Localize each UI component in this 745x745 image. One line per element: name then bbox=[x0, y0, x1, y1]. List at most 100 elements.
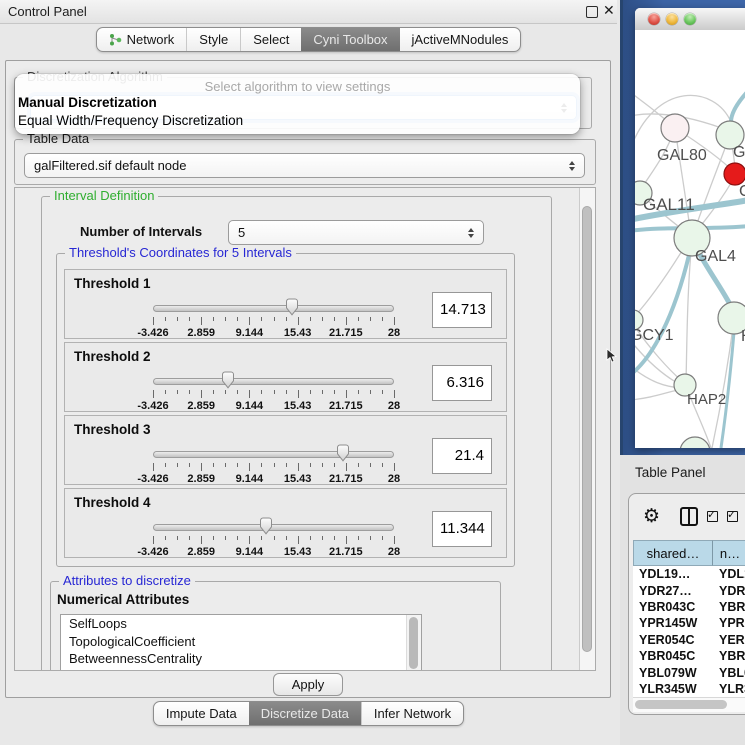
threshold-row: Threshold 3-3.4262.8599.14415.4321.71528… bbox=[64, 415, 507, 485]
threshold-value-input[interactable]: 14.713 bbox=[432, 292, 492, 328]
table-row[interactable]: YLR345WYLR3 bbox=[633, 681, 745, 697]
close-traffic-light-icon[interactable] bbox=[648, 13, 660, 25]
table-panel-title: Table Panel bbox=[620, 455, 745, 480]
attribute-list-item[interactable]: SelfLoops bbox=[61, 615, 421, 633]
cell-name[interactable]: YLR3 bbox=[715, 682, 745, 696]
algorithm-dropdown-popup: Select algorithm to view settings Manual… bbox=[15, 74, 580, 134]
settings-scroll-inner: Interval Definition Number of Intervals … bbox=[15, 188, 580, 670]
network-window-titlebar[interactable] bbox=[635, 8, 745, 31]
table-toolbar: ⚙ bbox=[637, 502, 745, 530]
attribute-list-item[interactable]: BetweennessCentrality bbox=[61, 650, 421, 668]
slider: -3.4262.8599.14415.4321.71528 bbox=[153, 448, 394, 484]
table-row[interactable]: YDL19…YDL1 bbox=[633, 566, 745, 582]
node-label-gal4: GAL4 bbox=[695, 248, 736, 265]
node-red-selected[interactable] bbox=[724, 163, 745, 185]
tab-label: Discretize Data bbox=[261, 706, 349, 721]
settings-scrollbar[interactable] bbox=[579, 188, 595, 670]
gear-icon[interactable]: ⚙ bbox=[643, 507, 660, 526]
tab-discretize-data[interactable]: Discretize Data bbox=[249, 702, 361, 725]
slider-track[interactable] bbox=[153, 378, 394, 385]
table-row[interactable]: YBL079WYBL0 bbox=[633, 664, 745, 680]
dropdown-option-equal-width[interactable]: Equal Width/Frequency Discretization bbox=[15, 112, 580, 130]
tab-label: Network bbox=[127, 32, 175, 47]
horizontal-scrollbar[interactable] bbox=[633, 697, 745, 712]
dropdown-option-manual[interactable]: Manual Discretization bbox=[15, 94, 580, 112]
threshold-value-input[interactable]: 21.4 bbox=[432, 438, 492, 474]
slider: -3.4262.8599.14415.4321.71528 bbox=[153, 521, 394, 557]
attribute-list-item[interactable]: TopologicalCoefficient bbox=[61, 633, 421, 651]
slider-tick bbox=[237, 536, 238, 540]
checkbox-checked-icon[interactable] bbox=[727, 511, 738, 522]
apply-button[interactable]: Apply bbox=[273, 673, 344, 696]
split-column-icon[interactable] bbox=[680, 507, 698, 526]
zoom-traffic-light-icon[interactable] bbox=[684, 13, 696, 25]
cell-name[interactable]: YDL1 bbox=[715, 567, 745, 581]
table-row[interactable]: YPR145WYPR1 bbox=[633, 615, 745, 631]
slider-tick bbox=[334, 317, 335, 321]
network-canvas[interactable]: GAL80 GA C GAL11 GAL4 GCY1 H HAP2 bbox=[635, 30, 745, 448]
num-intervals-combo[interactable]: 5 bbox=[228, 220, 484, 245]
cell-shared-name[interactable]: YBL079W bbox=[633, 666, 715, 680]
slider-scale-label: 15.43 bbox=[284, 400, 312, 412]
close-icon[interactable]: ✕ bbox=[603, 2, 615, 19]
settings-scrollbar-thumb[interactable] bbox=[582, 206, 592, 652]
attribute-items: SelfLoopsTopologicalCoefficientBetweenne… bbox=[61, 615, 421, 668]
cell-name[interactable]: YDR2 bbox=[715, 584, 745, 598]
threshold-value-input[interactable]: 11.344 bbox=[432, 511, 492, 547]
slider-track[interactable] bbox=[153, 451, 394, 458]
checkbox-checked-icon[interactable] bbox=[707, 511, 718, 522]
node-bottom[interactable] bbox=[680, 437, 710, 448]
table-row[interactable]: YDR27…YDR2 bbox=[633, 582, 745, 598]
slider-thumb[interactable] bbox=[335, 444, 352, 467]
tab-cyni-toolbox[interactable]: Cyni Toolbox bbox=[301, 28, 399, 51]
tab-infer-network[interactable]: Infer Network bbox=[361, 702, 463, 725]
column-header-shared-name[interactable]: shared… bbox=[633, 540, 713, 566]
slider-thumb[interactable] bbox=[284, 298, 301, 321]
node-label-gal80: GAL80 bbox=[657, 147, 707, 164]
slider-track[interactable] bbox=[153, 305, 394, 312]
tab-style[interactable]: Style bbox=[186, 28, 240, 51]
cell-name[interactable]: YBL0 bbox=[715, 666, 745, 680]
list-scrollbar[interactable] bbox=[406, 615, 421, 670]
slider-scale-label: -3.426 bbox=[137, 546, 168, 558]
table-data-combo[interactable]: galFiltered.sif default node bbox=[24, 153, 585, 178]
list-scrollbar-thumb[interactable] bbox=[409, 617, 418, 669]
table-row[interactable]: YER054CYER0 bbox=[633, 632, 745, 648]
slider-tick bbox=[382, 317, 383, 321]
tab-label: jActiveMNodules bbox=[412, 32, 509, 47]
cell-name[interactable]: YBR0 bbox=[715, 600, 745, 614]
number-of-intervals-row: Number of Intervals 5 bbox=[42, 220, 551, 246]
tab-network[interactable]: Network bbox=[97, 28, 187, 51]
minimize-traffic-light-icon[interactable] bbox=[666, 13, 678, 25]
cell-shared-name[interactable]: YDR27… bbox=[633, 584, 715, 598]
tab-select[interactable]: Select bbox=[240, 28, 301, 51]
table-data-value: galFiltered.sif default node bbox=[34, 158, 186, 173]
numerical-attributes-list[interactable]: SelfLoopsTopologicalCoefficientBetweenne… bbox=[60, 614, 422, 670]
tab-impute-data[interactable]: Impute Data bbox=[154, 702, 249, 725]
slider-thumb[interactable] bbox=[258, 517, 275, 540]
cell-shared-name[interactable]: YLR345W bbox=[633, 682, 715, 696]
cell-shared-name[interactable]: YDL19… bbox=[633, 567, 715, 581]
cell-shared-name[interactable]: YBR043C bbox=[633, 600, 715, 614]
network-graph: GAL80 GA C GAL11 GAL4 GCY1 H HAP2 bbox=[635, 30, 745, 448]
slider-tick bbox=[346, 390, 347, 398]
cell-name[interactable]: YPR1 bbox=[715, 616, 745, 630]
slider-tick bbox=[310, 536, 311, 540]
horizontal-scrollbar-thumb[interactable] bbox=[635, 700, 727, 709]
cell-shared-name[interactable]: YER054C bbox=[633, 633, 715, 647]
slider-scale-label: 28 bbox=[388, 546, 400, 558]
node-gal80[interactable] bbox=[661, 114, 689, 142]
slider-thumb[interactable] bbox=[219, 371, 236, 394]
column-header-name[interactable]: n… bbox=[713, 540, 745, 566]
slider-tick bbox=[225, 317, 226, 321]
cell-name[interactable]: YBR0 bbox=[715, 649, 745, 663]
cell-shared-name[interactable]: YBR045C bbox=[633, 649, 715, 663]
threshold-value-input[interactable]: 6.316 bbox=[432, 365, 492, 401]
table-row[interactable]: YBR043CYBR0 bbox=[633, 599, 745, 615]
cell-name[interactable]: YER0 bbox=[715, 633, 745, 647]
tab-label: Select bbox=[253, 32, 289, 47]
tab-jactivemnodules[interactable]: jActiveMNodules bbox=[400, 28, 521, 51]
table-row[interactable]: YBR045CYBR0 bbox=[633, 648, 745, 664]
cell-shared-name[interactable]: YPR145W bbox=[633, 616, 715, 630]
float-window-icon[interactable] bbox=[586, 6, 598, 18]
